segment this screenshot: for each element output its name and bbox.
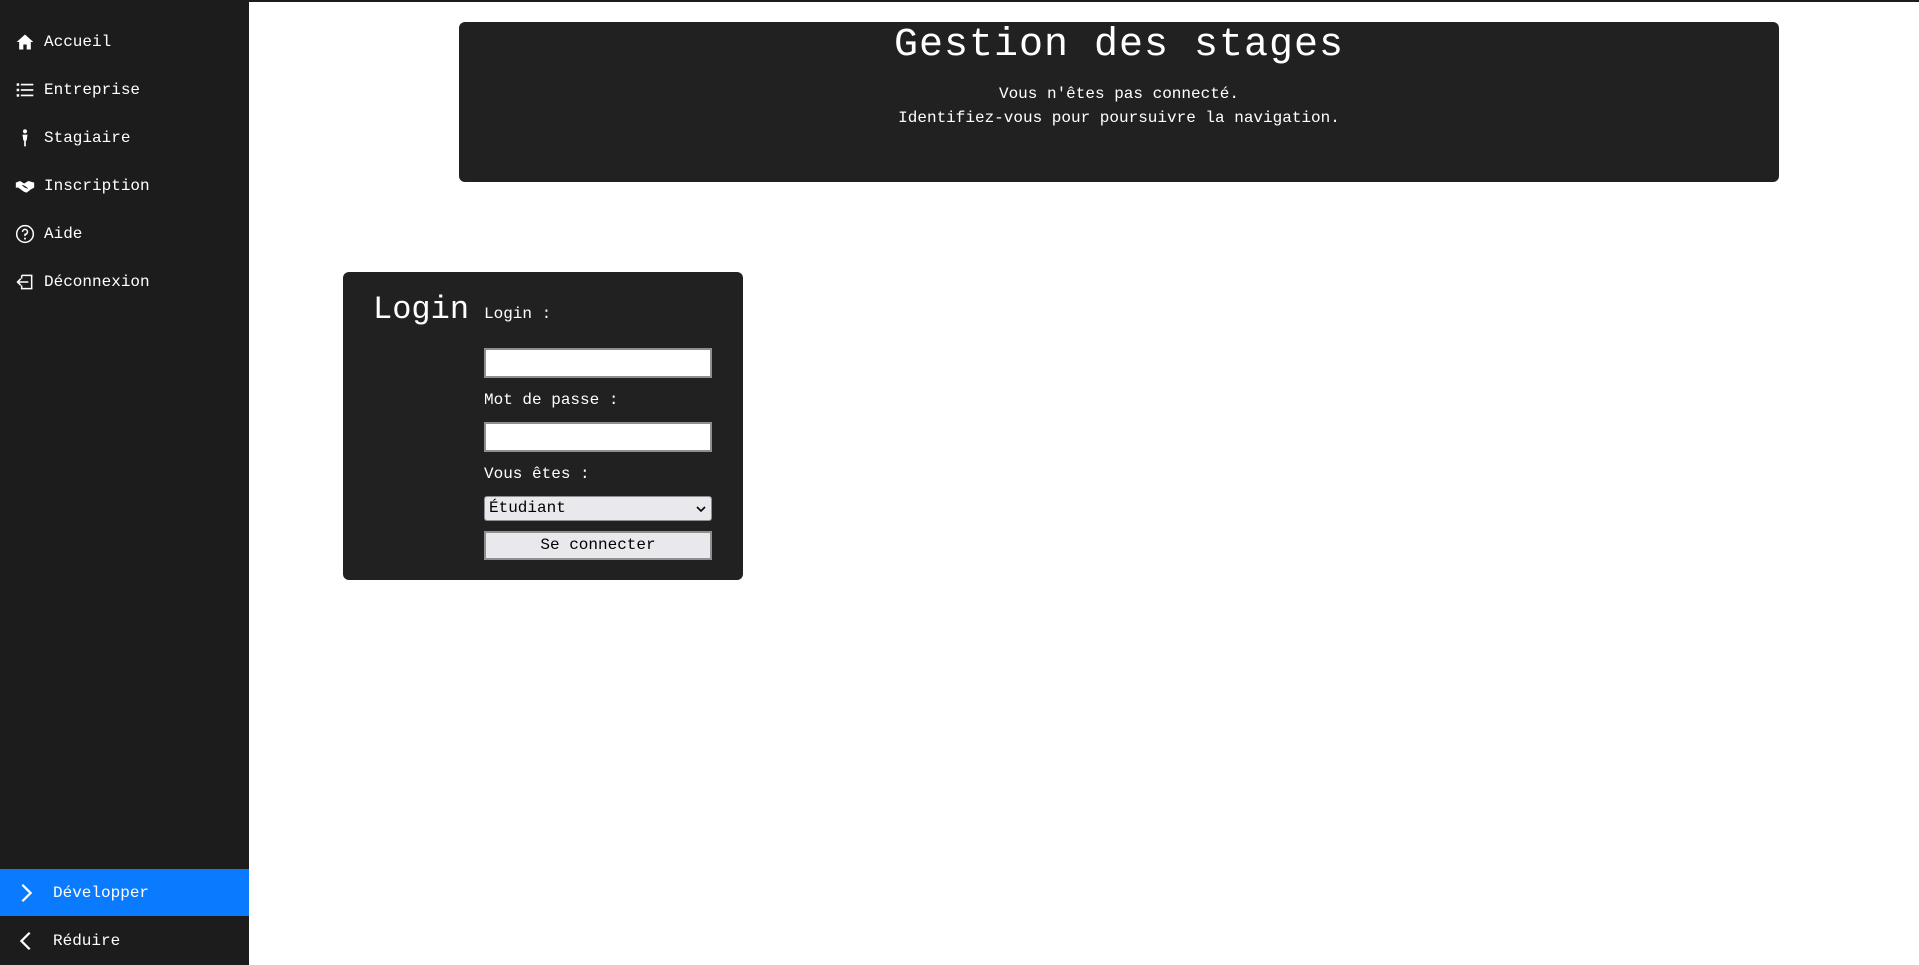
- chevron-right-icon: [14, 881, 38, 905]
- sidebar-item-accueil[interactable]: Accueil: [0, 20, 249, 64]
- header-banner: Gestion des stages Vous n'êtes pas conne…: [459, 22, 1779, 182]
- sidebar-item-aide[interactable]: Aide: [0, 212, 249, 256]
- home-icon: [14, 31, 36, 53]
- connect-button[interactable]: Se connecter: [484, 531, 712, 560]
- sidebar-item-entreprise[interactable]: Entreprise: [0, 68, 249, 112]
- sidebar: Accueil Entreprise Stagiaire Inscription…: [0, 0, 249, 965]
- user-type-label: Vous êtes :: [484, 465, 590, 483]
- sidebar-item-inscription[interactable]: Inscription: [0, 164, 249, 208]
- sidebar-item-stagiaire[interactable]: Stagiaire: [0, 116, 249, 160]
- login-title: Login: [373, 291, 470, 328]
- user-type-select[interactable]: Étudiant: [484, 496, 712, 521]
- collapse-button[interactable]: Réduire: [0, 917, 249, 964]
- sidebar-item-label: Déconnexion: [44, 273, 150, 291]
- login-panel: Login Login : Mot de passe : Vous êtes :…: [343, 272, 743, 580]
- expand-label: Développer: [53, 883, 150, 902]
- chevron-left-icon: [14, 929, 38, 953]
- password-label: Mot de passe :: [484, 391, 619, 409]
- logout-icon: [14, 271, 36, 293]
- chevron-down-icon: [696, 506, 706, 513]
- sidebar-item-label: Stagiaire: [44, 129, 131, 147]
- login-input[interactable]: [484, 348, 712, 378]
- password-input[interactable]: [484, 422, 712, 452]
- sidebar-item-label: Entreprise: [44, 81, 141, 99]
- sidebar-item-label: Aide: [44, 225, 83, 243]
- sidebar-item-label: Accueil: [44, 33, 112, 51]
- handshake-icon: [14, 175, 36, 197]
- help-icon: [14, 223, 36, 245]
- user-type-selected: Étudiant: [489, 499, 566, 517]
- person-icon: [14, 127, 36, 149]
- instruction-message: Identifiez-vous pour poursuivre la navig…: [898, 109, 1340, 127]
- status-message: Vous n'êtes pas connecté.: [998, 85, 1240, 103]
- sidebar-item-label: Inscription: [44, 177, 150, 195]
- top-border: [0, 0, 1919, 2]
- list-icon: [14, 79, 36, 101]
- page-title: Gestion des stages: [893, 23, 1345, 68]
- expand-button[interactable]: Développer: [0, 869, 249, 916]
- login-label: Login :: [484, 305, 552, 323]
- collapse-label: Réduire: [53, 931, 121, 950]
- sidebar-item-deconnexion[interactable]: Déconnexion: [0, 260, 249, 304]
